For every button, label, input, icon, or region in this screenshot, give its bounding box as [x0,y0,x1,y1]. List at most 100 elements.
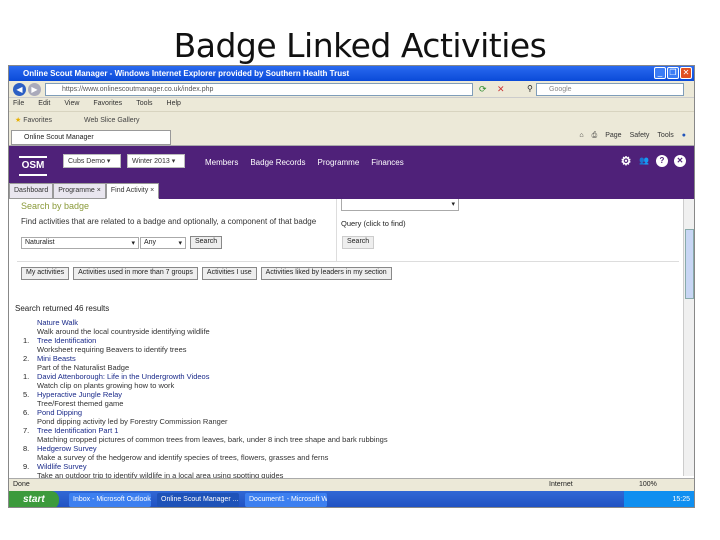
menu-edit[interactable]: Edit [38,100,50,109]
result-item: 6. Pond Dipping [23,408,683,417]
result-desc-text: Make a survey of the hedgerow and identi… [37,453,329,462]
component-select[interactable]: Any ▾ [140,237,186,249]
liked-activities-button[interactable]: Activities liked by leaders in my sectio… [260,267,392,280]
stop-icon[interactable]: ✕ [497,84,505,95]
menu-favorites[interactable]: Favorites [93,100,122,109]
status-text: Done [13,481,30,488]
result-link[interactable]: Wildlife Survey [37,462,87,471]
tab-dashboard[interactable]: Dashboard [9,183,54,199]
result-number: 8. [23,444,30,453]
page-menu[interactable]: Page [605,132,621,140]
nav-members[interactable]: Members [205,158,238,167]
task-word[interactable]: Document1 - Microsoft Word [245,493,327,507]
back-icon[interactable]: ◀ [13,83,26,96]
address-bar: ◀ ▶ https://www.onlinescoutmanager.co.uk… [9,81,694,98]
badge-select[interactable]: Naturalist ▾ [21,237,139,249]
result-item: 8. Hedgerow Survey [23,444,683,453]
nav-badge-records[interactable]: Badge Records [250,158,305,167]
users-icon[interactable]: 👥 [638,155,650,167]
favorites-button[interactable]: Favorites [23,117,52,124]
web-slice-gallery[interactable]: Web Slice Gallery [84,117,140,124]
result-link[interactable]: Hyperactive Jungle Relay [37,390,122,399]
result-number: 5. [23,390,30,399]
search-input[interactable]: Google [536,83,684,96]
vertical-scrollbar[interactable] [683,199,694,476]
result-link[interactable]: Tree Identification [37,336,96,345]
zone-label: Internet [549,481,573,488]
result-description: Worksheet requiring Beavers to identify … [23,345,683,354]
zoom-level[interactable]: 100% [639,481,657,488]
result-description: Watch clip on plants growing how to work [23,381,683,390]
result-desc-text: Worksheet requiring Beavers to identify … [37,345,187,354]
tools-menu[interactable]: Tools [657,132,673,140]
section-select[interactable]: Cubs Demo ▾ [63,154,121,168]
window-controls: _ ❐ ✕ [654,67,692,79]
help-icon[interactable]: ? [656,155,668,167]
result-link[interactable]: Pond Dipping [37,408,82,417]
result-item: 7. Tree Identification Part 1 [23,426,683,435]
result-number: 6. [23,408,30,417]
right-select[interactable]: ▾ [341,199,459,211]
menu-tools[interactable]: Tools [136,100,152,109]
result-desc-text: Part of the Naturalist Badge [37,363,130,372]
home-icon[interactable]: ⌂ [579,132,583,140]
close-button[interactable]: ✕ [680,67,692,79]
nav-finances[interactable]: Finances [371,158,403,167]
start-button[interactable]: start [9,491,59,507]
result-number: 1. [23,336,30,345]
menu-view[interactable]: View [64,100,79,109]
refresh-icon[interactable]: ⟳ [479,84,487,95]
menu-help[interactable]: Help [167,100,181,109]
result-link[interactable]: Hedgerow Survey [37,444,97,453]
url-input[interactable]: https://www.onlinescoutmanager.co.uk/ind… [45,83,473,96]
menu-file[interactable]: File [13,100,24,109]
results-count: Search returned 46 results [15,304,110,313]
my-activities-button[interactable]: My activities [21,267,70,280]
result-item: 5. Hyperactive Jungle Relay [23,390,683,399]
result-description: Pond dipping activity led by Forestry Co… [23,417,683,426]
result-number: 7. [23,426,30,435]
result-link[interactable]: Tree Identification Part 1 [37,426,118,435]
activities-i-use-button[interactable]: Activities I use [201,267,257,280]
ie-tab-row: Online Scout Manager ⌂ ⎙ Page Safety Too… [9,128,694,146]
help-icon[interactable]: ● [682,132,686,140]
right-search-button[interactable]: Search [342,236,375,249]
nav-programme[interactable]: Programme [318,158,360,167]
header-icons: ⚙ 👥 ? ✕ [620,155,686,167]
search-by-badge-title: Search by badge [21,201,90,211]
result-number: 1. [23,372,30,381]
scroll-thumb[interactable] [685,229,694,299]
clock: 15:25 [672,496,690,503]
forward-icon[interactable]: ▶ [28,83,41,96]
task-ie[interactable]: Online Scout Manager ... [157,493,239,507]
logout-icon[interactable]: ✕ [674,155,686,167]
osm-logo[interactable]: OSM [19,156,47,176]
popular-activities-button[interactable]: Activities used in more than 7 groups [73,267,198,280]
tab-find-activity[interactable]: Find Activity × [105,183,160,199]
result-description: Matching cropped pictures of common tree… [23,435,683,444]
term-select[interactable]: Winter 2013 ▾ [127,154,185,168]
tab-label: Programme [58,187,95,194]
result-desc-text: Walk around the local countryside identi… [37,327,210,336]
search-button[interactable]: Search [190,236,223,249]
result-desc-text: Tree/Forest themed game [37,399,124,408]
ie-tab[interactable]: Online Scout Manager [11,130,171,145]
osm-header: OSM Cubs Demo ▾ Winter 2013 ▾ Members Ba… [9,146,694,199]
restore-button[interactable]: ❐ [667,67,679,79]
result-link[interactable]: Mini Beasts [37,354,76,363]
minimize-button[interactable]: _ [654,67,666,79]
result-description: Part of the Naturalist Badge [23,363,683,372]
term-select-value: Winter 2013 [132,158,170,165]
divider [336,199,337,261]
safety-menu[interactable]: Safety [630,132,650,140]
result-item: 2. Mini Beasts [23,354,683,363]
task-outlook[interactable]: Inbox - Microsoft Outlook [69,493,151,507]
gear-icon[interactable]: ⚙ [620,155,632,167]
list-buttons: My activities Activities used in more th… [21,267,392,280]
result-link[interactable]: David Attenborough: Life in the Undergro… [37,372,209,381]
print-icon[interactable]: ⎙ [592,132,598,140]
result-description: Walk around the local countryside identi… [23,327,683,336]
tab-label: Find Activity [110,187,149,194]
tab-programme[interactable]: Programme × [53,183,106,199]
result-link[interactable]: Nature Walk [37,318,78,327]
